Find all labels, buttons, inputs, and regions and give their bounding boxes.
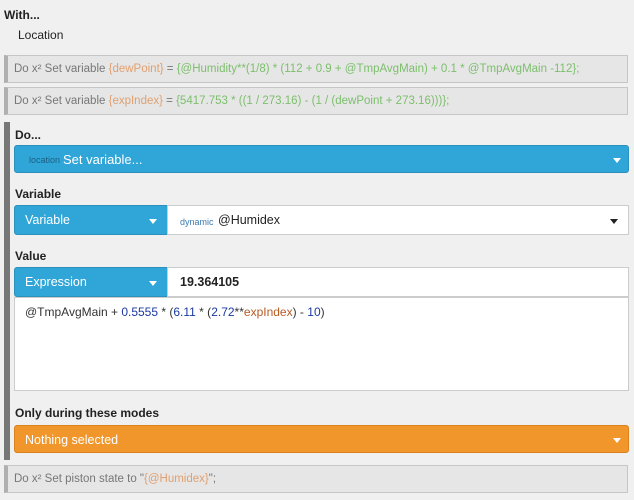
statement-prefix: Do x² Set variable <box>14 63 109 75</box>
statement-suffix: "; <box>208 473 217 485</box>
expr-variable: expIndex <box>243 305 293 319</box>
chevron-down-icon <box>149 281 157 286</box>
expr-number: 6.11 <box>173 305 196 319</box>
expr-number: 10 <box>307 305 321 319</box>
statement-variable: {expIndex} <box>108 95 163 107</box>
variable-section-label: Variable <box>15 187 62 201</box>
expr-token: ** <box>234 305 244 319</box>
value-result-text: 19.364105 <box>180 275 240 289</box>
action-tag: location <box>29 155 61 165</box>
value-result: 19.364105 <box>167 267 629 297</box>
expr-token: @TmpAvgMain + <box>25 305 122 319</box>
expr-token: * ( <box>195 305 212 319</box>
modes-label: Nothing selected <box>25 433 119 447</box>
statement-expression: {@Humidity**(1/8) * (112 + 0.9 + @TmpAvg… <box>176 63 580 75</box>
chevron-down-icon <box>610 219 618 224</box>
with-location-item[interactable]: Location <box>18 28 63 42</box>
variable-tag: dynamic <box>180 217 214 227</box>
expr-token: * ( <box>158 305 174 319</box>
chevron-down-icon <box>149 219 157 224</box>
statement-set-dewpoint[interactable]: Do x² Set variable {dewPoint} = {@Humidi… <box>4 55 628 83</box>
statement-set-piston-state[interactable]: Do x² Set piston state to "{@Humidex}"; <box>4 465 628 493</box>
value-type-select[interactable]: Expression <box>14 267 168 297</box>
statement-variable: {dewPoint} <box>108 63 164 75</box>
expr-token: ) <box>320 305 325 319</box>
value-section-label: Value <box>15 249 47 263</box>
expr-token: ) - <box>292 305 308 319</box>
modes-section-label: Only during these modes <box>15 406 160 420</box>
variable-value: @Humidex <box>218 213 281 227</box>
statement-set-expindex[interactable]: Do x² Set variable {expIndex} = {5417.75… <box>4 87 628 115</box>
variable-type-select[interactable]: Variable <box>14 205 168 235</box>
statement-equals: = <box>162 95 177 107</box>
with-heading: With... <box>4 8 40 22</box>
variable-type-label: Variable <box>25 213 70 227</box>
expr-number: 0.5555 <box>121 305 159 319</box>
do-heading: Do... <box>15 128 41 142</box>
chevron-down-icon <box>613 158 621 163</box>
statement-equals: = <box>163 63 177 75</box>
chevron-down-icon <box>613 438 621 443</box>
variable-select[interactable]: dynamic @Humidex <box>167 205 629 235</box>
action-select[interactable]: location Set variable... <box>14 145 629 173</box>
statement-expression: {5417.753 * ((1 / 273.16) - (1 / (dewPoi… <box>176 95 450 107</box>
statement-prefix: Do x² Set variable <box>14 95 109 107</box>
statement-variable: {@Humidex} <box>144 473 209 485</box>
statement-prefix: Do x² Set piston state to " <box>14 473 145 485</box>
value-type-label: Expression <box>25 275 87 289</box>
action-label: Set variable... <box>63 152 143 167</box>
modes-select[interactable]: Nothing selected <box>14 425 629 453</box>
expr-number: 2.72 <box>211 305 235 319</box>
expression-input[interactable]: @TmpAvgMain + 0.5555 * (6.11 * (2.72**ex… <box>14 297 629 391</box>
